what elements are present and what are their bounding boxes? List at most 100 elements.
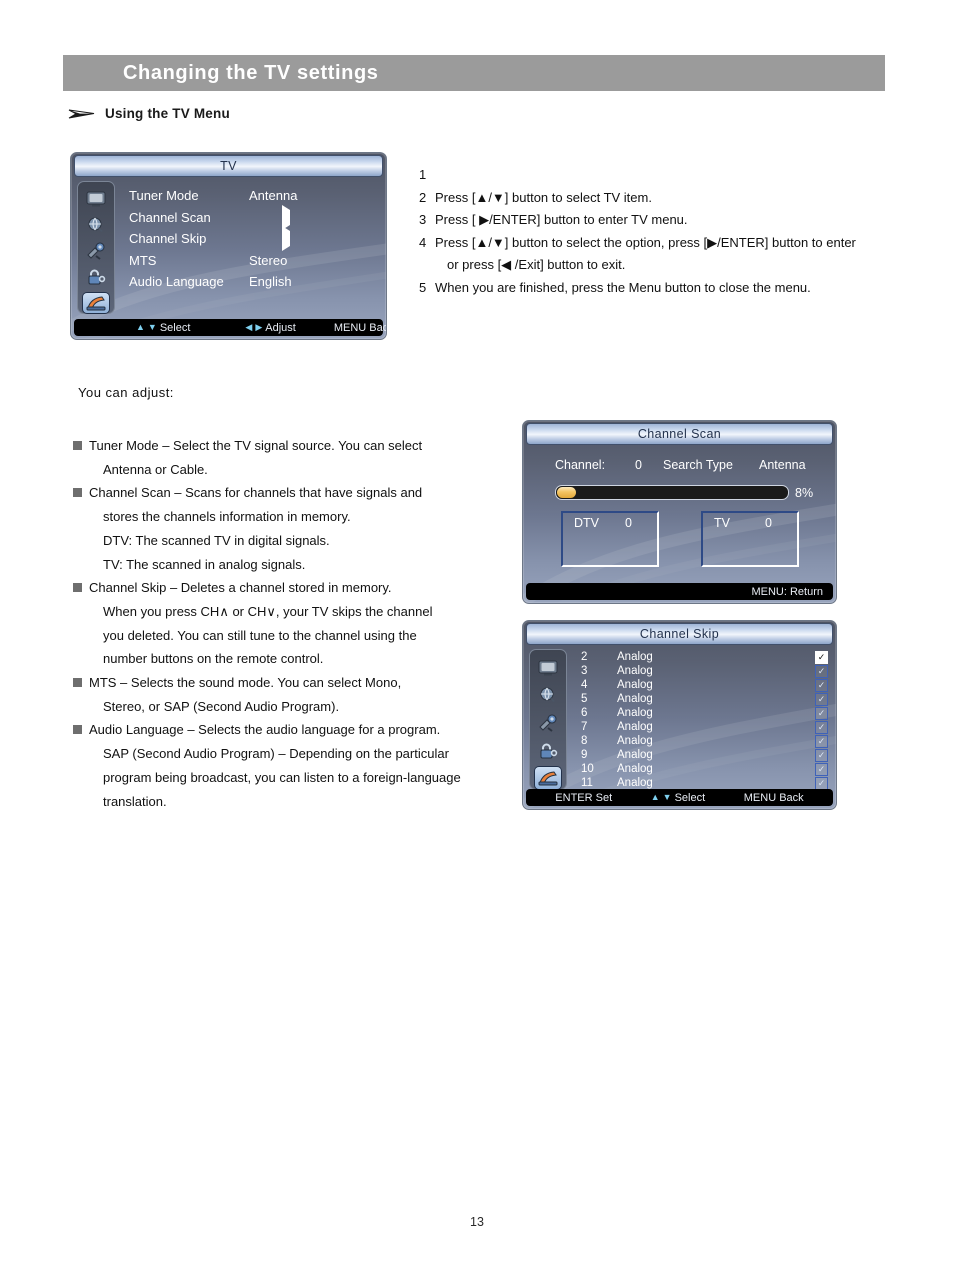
step-text: Press [ ▶/ENTER] button to enter TV menu…: [435, 212, 688, 227]
skip-checkbox-cell[interactable]: ✓: [815, 720, 828, 734]
table-row[interactable]: 11 Analog ✓: [573, 776, 828, 790]
channel-number: 9: [581, 749, 588, 761]
scan-count-boxes: DTV 0 TV 0: [561, 511, 799, 567]
page-title: Changing the TV settings: [123, 62, 379, 84]
globe-audio-icon[interactable]: [535, 685, 561, 707]
step-item: 5 When you are finished, press the Menu …: [419, 277, 899, 300]
tv-menu-row-value: Antenna: [249, 188, 298, 204]
checkbox-icon[interactable]: ✓: [815, 664, 828, 678]
checkbox-icon[interactable]: ✓: [815, 748, 828, 762]
progress-track: [555, 485, 789, 500]
footer-select: ▲ ▼ Select: [651, 792, 705, 804]
channel-skip-panel: Channel Skip 2 Analog ✓ 3 Analog ✓ 4 Ana…: [522, 620, 837, 810]
checkbox-icon[interactable]: ✓: [815, 734, 828, 748]
table-row[interactable]: 9 Analog ✓: [573, 748, 828, 762]
step-number: 3: [419, 212, 427, 227]
picture-icon[interactable]: [83, 189, 109, 209]
table-row[interactable]: 2 Analog ✓: [573, 650, 828, 664]
arrow-up-icon: ▲: [136, 322, 145, 332]
step-text: When you are finished, press the Menu bu…: [435, 279, 811, 295]
table-row[interactable]: 5 Analog ✓: [573, 692, 828, 706]
tv-value: 0: [765, 516, 772, 530]
channel-type: Analog: [617, 763, 653, 775]
step-item: 3 Press [ ▶/ENTER] button to enter TV me…: [419, 209, 899, 232]
globe-audio-icon[interactable]: [83, 215, 109, 235]
skip-checkbox-cell[interactable]: ✓: [815, 776, 828, 790]
tv-menu-row[interactable]: Audio Language English: [129, 271, 378, 293]
picture-icon[interactable]: [535, 657, 561, 679]
table-row[interactable]: 7 Analog ✓: [573, 720, 828, 734]
step-number: 4: [419, 234, 427, 250]
table-row[interactable]: 8 Analog ✓: [573, 734, 828, 748]
checkbox-icon[interactable]: ✓: [815, 650, 828, 664]
step-text: Press [▲/▼] button to select the option,…: [435, 232, 899, 277]
dart-arrow-icon: [68, 107, 96, 121]
step-number: 1: [419, 167, 427, 182]
checkbox-icon[interactable]: ✓: [815, 678, 828, 692]
footer-back-label: MENU Back: [743, 791, 804, 804]
bullet-square-icon: [73, 725, 82, 735]
channel-type: Analog: [617, 693, 653, 705]
checkbox-icon[interactable]: ✓: [815, 762, 828, 776]
bullet-line: When you press CH∧ or CH∨, your TV skips…: [103, 603, 433, 619]
antenna-tv-icon[interactable]: [535, 767, 561, 789]
channel-number: 3: [581, 665, 588, 677]
channel-type: Analog: [617, 735, 653, 747]
channel-skip-body: 2 Analog ✓ 3 Analog ✓ 4 Analog ✓ 5 Analog ✓ 6 Analog ✓…: [523, 645, 836, 809]
skip-checkbox-cell[interactable]: ✓: [815, 734, 828, 748]
antenna-tv-icon[interactable]: [83, 293, 109, 313]
bullet-line: translation.: [103, 793, 167, 809]
channel-type: Analog: [617, 665, 653, 677]
skip-checkbox-cell[interactable]: ✓: [815, 664, 828, 678]
table-row[interactable]: 10 Analog ✓: [573, 762, 828, 776]
step-number: 5: [419, 279, 427, 295]
arrow-left-icon: ◀: [245, 322, 253, 332]
skip-checkbox-cell[interactable]: ✓: [815, 762, 828, 776]
checkbox-icon[interactable]: ✓: [815, 720, 828, 734]
lock-icon[interactable]: [83, 267, 109, 287]
table-row[interactable]: 4 Analog ✓: [573, 678, 828, 692]
bullet-square-icon: [73, 441, 82, 450]
step-item: 1: [419, 164, 899, 187]
skip-checkbox-cell[interactable]: ✓: [815, 706, 828, 720]
lock-icon[interactable]: [535, 740, 561, 762]
tv-menu-row-value: English: [249, 274, 292, 290]
checkbox-icon[interactable]: ✓: [815, 706, 828, 720]
bullet-text: Tuner Mode – Select the TV signal source…: [89, 434, 503, 481]
section-heading-label: Using the TV Menu: [105, 106, 230, 121]
list-item: Audio Language – Selects the audio langu…: [73, 718, 503, 813]
step-text: [435, 164, 899, 187]
skip-checkbox-cell[interactable]: ✓: [815, 748, 828, 762]
tools-setup-icon[interactable]: [83, 241, 109, 261]
tv-menu-icon-rail: [77, 181, 115, 314]
tools-setup-icon[interactable]: [535, 712, 561, 734]
step-number: 2: [419, 189, 427, 205]
checkbox-icon[interactable]: ✓: [815, 776, 828, 790]
footer-select: ▲ ▼ Select: [136, 322, 190, 334]
checkbox-icon[interactable]: ✓: [815, 692, 828, 706]
manual-page: Changing the TV settings Using the TV Me…: [0, 0, 954, 1271]
tv-menu-row[interactable]: Channel Skip: [129, 226, 378, 252]
skip-checkbox-cell[interactable]: ✓: [815, 692, 828, 706]
table-row[interactable]: 6 Analog ✓: [573, 706, 828, 720]
channel-scan-footer: MENU: Return: [526, 583, 833, 600]
channel-number: 6: [581, 707, 588, 719]
tv-count-box: TV 0: [701, 511, 799, 567]
footer-return-label: MENU: Return: [751, 585, 823, 598]
channel-number: 11: [581, 777, 593, 789]
skip-checkbox-cell[interactable]: ✓: [815, 678, 828, 692]
channel-scan-title: Channel Scan: [637, 426, 722, 441]
chevron-right-icon: [282, 226, 290, 252]
table-row[interactable]: 3 Analog ✓: [573, 664, 828, 678]
channel-skip-titlebar: Channel Skip: [526, 623, 833, 645]
tv-menu-row[interactable]: Channel Scan: [129, 204, 378, 230]
bullet-line: you deleted. You can still tune to the c…: [103, 627, 417, 643]
tv-menu-row[interactable]: Tuner Mode Antenna: [129, 185, 378, 207]
skip-checkbox-cell[interactable]: ✓: [815, 650, 828, 664]
channel-number: 4: [581, 679, 588, 691]
tv-menu-title: TV: [220, 158, 237, 173]
tv-menu-row[interactable]: MTS Stereo: [129, 250, 378, 272]
tv-menu-row-label: Audio Language: [129, 274, 224, 290]
list-item: Channel Scan – Scans for channels that h…: [73, 481, 503, 576]
page-number: 13: [470, 1215, 484, 1229]
